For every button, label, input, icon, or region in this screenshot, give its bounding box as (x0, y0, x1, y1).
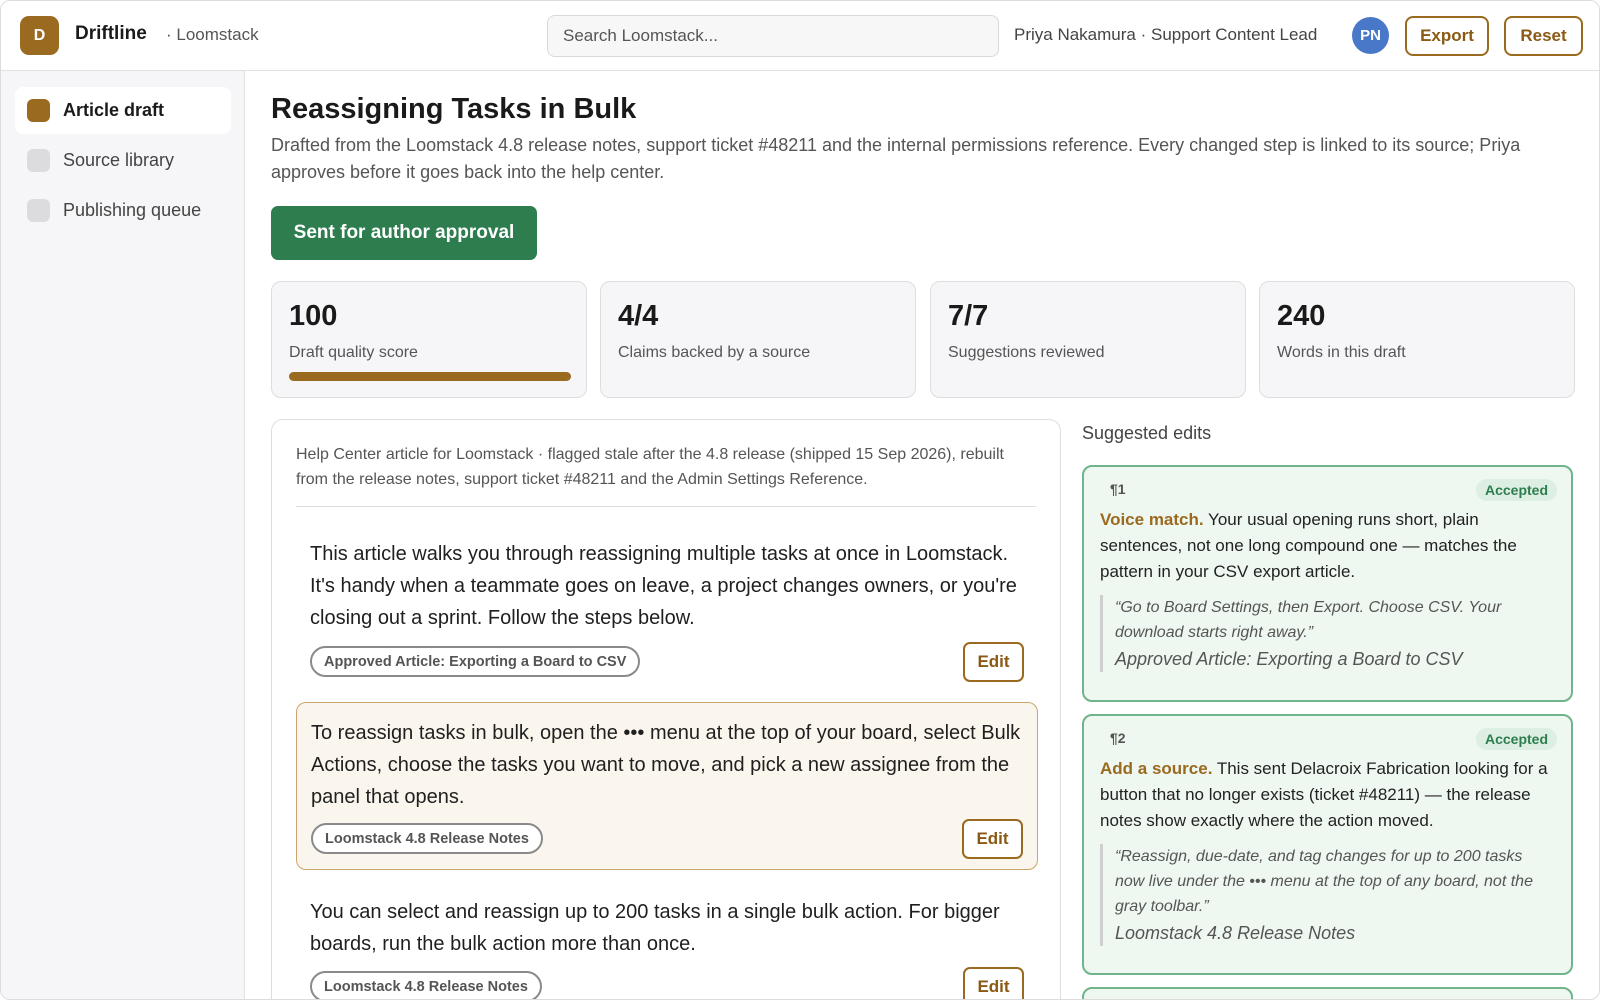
app-window: D Driftline · Loomstack Priya Nakamura ·… (0, 0, 1600, 1000)
paragraph-text: To reassign tasks in bulk, open the ••• … (311, 722, 1021, 808)
page-intro: Drafted from the Loomstack 4.8 release n… (271, 135, 1521, 182)
suggestion-kind: Add a source. (1100, 759, 1213, 778)
edit-button[interactable]: Edit (963, 642, 1024, 682)
reset-button[interactable]: Reset (1504, 16, 1583, 56)
user-info: Priya Nakamura · Support Content Lead (1014, 25, 1318, 44)
quote-source: Loomstack 4.8 Release Notes (1115, 923, 1356, 943)
library-icon (27, 149, 50, 172)
article-context: Help Center article for Loomstack · flag… (296, 442, 1036, 507)
app-name: Driftline (75, 23, 147, 44)
sidebar-item-source-library[interactable]: Source library (15, 137, 231, 184)
page-title: Reassigning Tasks in Bulk (271, 93, 637, 125)
source-quote: “Go to Board Settings, then Export. Choo… (1100, 595, 1555, 672)
suggestion-kind: Voice match. (1100, 510, 1204, 529)
sidebar-item-label: Publishing queue (63, 200, 202, 220)
suggestion-card[interactable]: ¶2 Accepted Add a source. This sent Dela… (1082, 714, 1573, 975)
suggestion-body: Voice match. Your usual opening runs sho… (1100, 507, 1555, 585)
suggested-edits-heading: Suggested edits (1082, 423, 1212, 443)
sidebar-item-label: Source library (63, 150, 175, 170)
source-chip[interactable]: Loomstack 4.8 Release Notes (310, 971, 542, 999)
article-paragraph[interactable]: This article walks you through reassigni… (296, 524, 1038, 690)
stat-label: Suggestions reviewed (948, 344, 1105, 361)
stat-value: 7/7 (948, 300, 989, 332)
edit-button[interactable]: Edit (962, 819, 1023, 859)
article-panel: Help Center article for Loomstack · flag… (271, 419, 1061, 999)
sidebar-item-article-draft[interactable]: Article draft (15, 87, 231, 134)
quote-text: “Go to Board Settings, then Export. Choo… (1115, 599, 1502, 641)
stat-label: Words in this draft (1277, 344, 1406, 361)
quote-text: “Reassign, due-date, and tag changes for… (1115, 848, 1533, 915)
stat-label: Draft quality score (289, 344, 418, 361)
paragraph-text: This article walks you through reassigni… (310, 543, 1017, 629)
suggestion-card[interactable] (1082, 987, 1573, 999)
sidebar-item-label: Article draft (63, 100, 165, 120)
stat-card-suggestions: 7/7 Suggestions reviewed (930, 281, 1246, 398)
paragraph-text: You can select and reassign up to 200 ta… (310, 901, 1000, 955)
source-chip[interactable]: Loomstack 4.8 Release Notes (311, 823, 543, 854)
quality-progress-fill (289, 372, 571, 381)
stat-card-words: 240 Words in this draft (1259, 281, 1575, 398)
top-bar: D Driftline · Loomstack Priya Nakamura ·… (1, 1, 1599, 71)
status-badge: Accepted (1475, 728, 1557, 750)
suggestion-card[interactable]: ¶1 Accepted Voice match. Your usual open… (1082, 465, 1573, 702)
status-badge: Accepted (1475, 479, 1557, 501)
export-button[interactable]: Export (1405, 16, 1489, 56)
stat-card-quality: 100 Draft quality score (271, 281, 587, 398)
app-logo: D (20, 16, 59, 55)
avatar[interactable]: PN (1352, 17, 1389, 54)
source-quote: “Reassign, due-date, and tag changes for… (1100, 844, 1555, 946)
article-paragraph-selected[interactable]: To reassign tasks in bulk, open the ••• … (296, 702, 1038, 870)
article-paragraph[interactable]: You can select and reassign up to 200 ta… (296, 882, 1038, 999)
source-chip[interactable]: Approved Article: Exporting a Board to C… (310, 646, 641, 677)
sidebar: Article draft Source library Publishing … (1, 71, 245, 999)
stat-label: Claims backed by a source (618, 344, 811, 361)
document-icon (27, 99, 50, 122)
quote-source: Approved Article: Exporting a Board to C… (1115, 649, 1463, 669)
sidebar-item-publishing-queue[interactable]: Publishing queue (15, 187, 231, 234)
quality-progress-bar (289, 372, 571, 381)
stat-card-claims: 4/4 Claims backed by a source (600, 281, 916, 398)
queue-icon (27, 199, 50, 222)
suggestion-body: Add a source. This sent Delacroix Fabric… (1100, 756, 1555, 834)
stat-value: 4/4 (618, 300, 659, 332)
stat-value: 100 (289, 300, 338, 332)
stat-value: 240 (1277, 300, 1326, 332)
edit-button[interactable]: Edit (963, 967, 1024, 999)
workspace-name: · Loomstack (166, 25, 259, 44)
search-input[interactable] (547, 15, 999, 57)
author-approval-status-button[interactable]: Sent for author approval (271, 206, 537, 260)
